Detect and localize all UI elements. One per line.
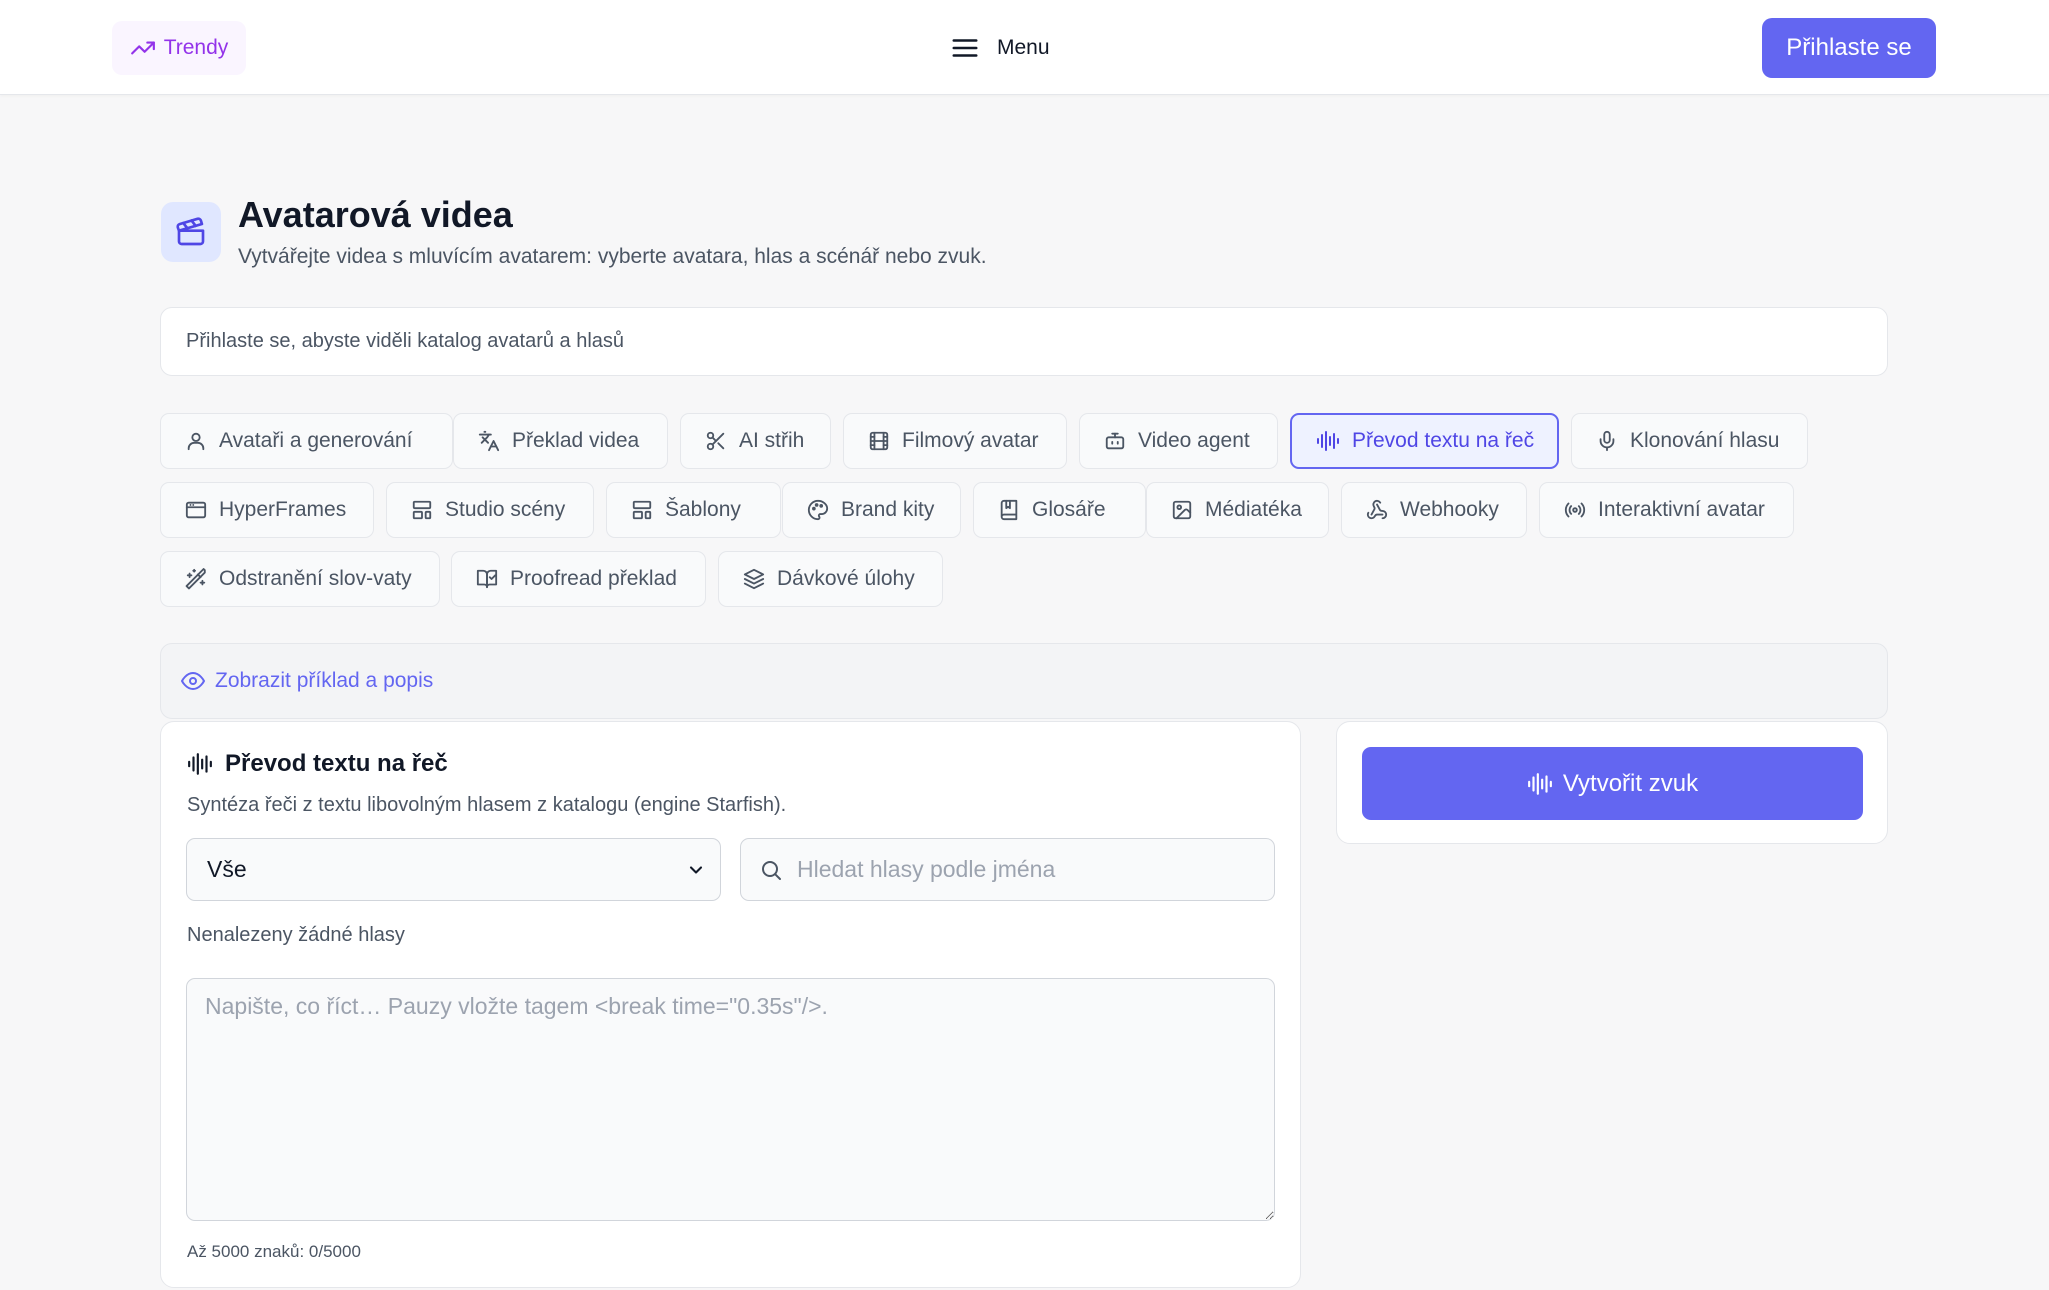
tab-interactive-avatar[interactable]: Interaktivní avatar: [1539, 482, 1794, 538]
trends-button[interactable]: Trendy: [112, 21, 246, 75]
tab-label: Proofread překlad: [510, 567, 677, 590]
tab-batch-jobs[interactable]: Dávkové úlohy: [718, 551, 943, 607]
tab-label: Avataři a generování: [219, 429, 413, 452]
palette-icon: [807, 499, 829, 521]
voice-filter-select[interactable]: Vše: [186, 838, 721, 901]
layout-icon: [411, 499, 433, 521]
tab-label: HyperFrames: [219, 498, 347, 521]
tab-film-avatar[interactable]: Filmový avatar: [843, 413, 1067, 469]
tab-ai-cut[interactable]: AI střih: [680, 413, 831, 469]
voice-search-input[interactable]: [797, 856, 1267, 883]
audio-waveform-icon: [1316, 429, 1340, 453]
eye-icon: [181, 669, 205, 693]
tab-filler-word-removal[interactable]: Odstranění slov-vaty: [160, 551, 440, 607]
tab-label: AI střih: [739, 429, 805, 452]
tab-label: Studio scény: [445, 498, 566, 521]
tab-label: Klonování hlasu: [1630, 429, 1780, 452]
tab-label: Brand kity: [841, 498, 935, 521]
show-example-label: Zobrazit příklad a popis: [215, 669, 434, 692]
tts-heading: Převod textu na řeč: [187, 750, 448, 778]
tab-templates[interactable]: Šablony: [606, 482, 781, 538]
trends-label: Trendy: [163, 36, 229, 59]
radio-broadcast-icon: [1564, 499, 1586, 521]
tab-label: Video agent: [1138, 429, 1250, 452]
user-icon: [185, 430, 207, 452]
trending-up-icon: [130, 35, 156, 61]
scissors-icon: [705, 430, 727, 452]
tab-scene-studio[interactable]: Studio scény: [386, 482, 594, 538]
tab-label: Překlad videa: [512, 429, 640, 452]
menu-label: Menu: [997, 36, 1050, 59]
tab-text-to-speech[interactable]: Převod textu na řeč: [1290, 413, 1559, 469]
tab-label: Dávkové úlohy: [777, 567, 915, 590]
tab-label: Filmový avatar: [902, 429, 1039, 452]
browser-window-icon: [185, 499, 207, 521]
voice-search-field[interactable]: [740, 838, 1275, 901]
page-title: Avatarová videa: [238, 194, 513, 235]
layout-template-icon: [631, 499, 653, 521]
translate-icon: [478, 430, 500, 452]
tts-panel: Převod textu na řeč Syntéza řeči z textu…: [160, 721, 1301, 1288]
chevron-down-icon: [686, 860, 706, 880]
tts-text-input[interactable]: [186, 978, 1275, 1221]
tab-label: Glosáře: [1032, 498, 1106, 521]
tab-label: Webhooky: [1400, 498, 1499, 521]
tab-brand-kits[interactable]: Brand kity: [782, 482, 961, 538]
audio-waveform-icon: [187, 751, 213, 777]
tab-video-translation[interactable]: Překlad videa: [453, 413, 668, 469]
tab-label: Odstranění slov-vaty: [219, 567, 412, 590]
tab-hyperframes[interactable]: HyperFrames: [160, 482, 374, 538]
tab-video-agent[interactable]: Video agent: [1079, 413, 1278, 469]
layers-icon: [743, 568, 765, 590]
magic-wand-icon: [185, 568, 207, 590]
tts-description: Syntéza řeči z textu libovolným hlasem z…: [187, 794, 787, 816]
clapperboard-icon: [161, 202, 221, 262]
top-bar: Trendy Menu Přihlaste se: [0, 0, 2049, 95]
microphone-icon: [1596, 430, 1618, 452]
tab-label: Šablony: [665, 498, 741, 521]
search-icon: [759, 858, 783, 882]
create-audio-label: Vytvořit zvuk: [1562, 769, 1699, 797]
tab-label: Interaktivní avatar: [1598, 498, 1765, 521]
login-notice: Přihlaste se, abyste viděli katalog avat…: [160, 307, 1888, 376]
tab-media-library[interactable]: Médiatéka: [1146, 482, 1329, 538]
login-button[interactable]: Přihlaste se: [1762, 18, 1936, 78]
voice-filter-value: Vše: [207, 856, 247, 882]
tab-avatars-generation[interactable]: Avataři a generování: [160, 413, 453, 469]
action-panel: Vytvořit zvuk: [1336, 721, 1888, 844]
tts-title: Převod textu na řeč: [225, 750, 448, 777]
bot-icon: [1104, 430, 1126, 452]
page-subtitle: Vytvářejte videa s mluvícím avatarem: vy…: [238, 245, 987, 268]
no-voices-message: Nenalezeny žádné hlasy: [187, 924, 405, 946]
character-counter: Až 5000 znaků: 0/5000: [187, 1242, 361, 1261]
menu-button[interactable]: Menu: [950, 30, 1050, 66]
tab-voice-cloning[interactable]: Klonování hlasu: [1571, 413, 1808, 469]
tab-glossaries[interactable]: Glosáře: [973, 482, 1146, 538]
image-icon: [1171, 499, 1193, 521]
hamburger-icon: [950, 33, 980, 63]
tab-proofread-translation[interactable]: Proofread překlad: [451, 551, 706, 607]
create-audio-button[interactable]: Vytvořit zvuk: [1362, 747, 1863, 820]
book-check-icon: [476, 568, 498, 590]
tab-label: Médiatéka: [1205, 498, 1302, 521]
film-icon: [868, 430, 890, 452]
tab-label: Převod textu na řeč: [1352, 429, 1535, 452]
tab-webhooks[interactable]: Webhooky: [1341, 482, 1527, 538]
audio-waveform-icon: [1527, 771, 1553, 797]
show-example-toggle[interactable]: Zobrazit příklad a popis: [160, 643, 1888, 719]
book-icon: [998, 499, 1020, 521]
webhook-icon: [1366, 499, 1388, 521]
